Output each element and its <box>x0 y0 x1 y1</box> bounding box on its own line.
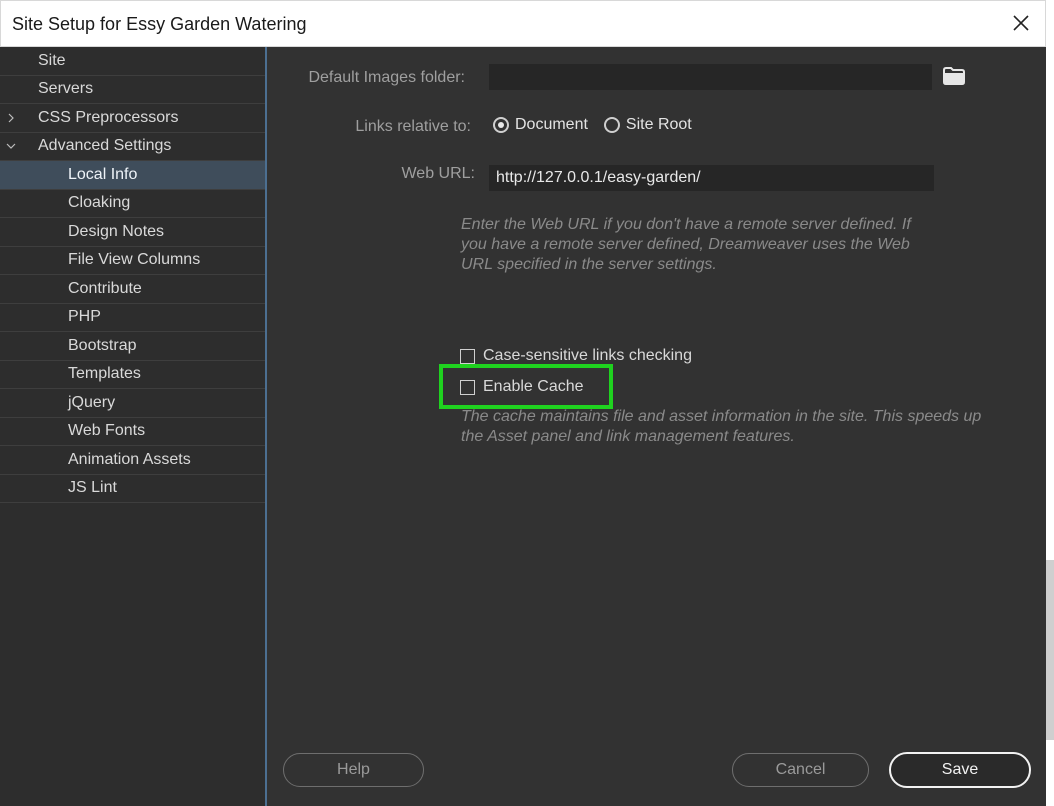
window-title: Site Setup for Essy Garden Watering <box>12 14 307 34</box>
sidebar-item-design-notes[interactable]: Design Notes <box>0 218 265 247</box>
radio-site-root-label: Site Root <box>625 116 692 133</box>
sidebar-item-label: jQuery <box>68 393 116 411</box>
dialog-body: Site Servers CSS Preprocessors Advanced Set… <box>0 47 1046 806</box>
help-button[interactable]: Help <box>283 753 424 787</box>
sidebar-item-file-view-columns[interactable]: File View Columns <box>0 247 265 275</box>
sidebar-item-contribute[interactable]: Contribute <box>0 275 265 304</box>
sidebar-item-label: Bootstrap <box>68 336 137 354</box>
web-url-hint-line: URL specified in the server settings. <box>461 256 717 273</box>
sidebar-item-label: Site <box>38 51 66 69</box>
cancel-button[interactable]: Cancel <box>732 753 869 787</box>
sidebar-item-label: Cloaking <box>68 194 131 212</box>
sidebar-item-label: Local Info <box>68 165 138 183</box>
web-url-hint: Enter the Web URL if you don't have a re… <box>461 215 1021 275</box>
sidebar-item-label: Animation Assets <box>68 450 191 468</box>
sidebar-item-label: Servers <box>38 80 94 98</box>
case-sensitive-label: Case-sensitive links checking <box>483 347 692 364</box>
sidebar-item-site[interactable]: Site <box>0 47 265 76</box>
web-url-hint-line: Enter the Web URL if you don't have a re… <box>461 216 911 233</box>
sidebar-item-js-lint[interactable]: JS Lint <box>0 475 265 503</box>
chevron-down-icon[interactable] <box>6 141 16 151</box>
radio-button-icon[interactable] <box>603 117 620 133</box>
radio-document-label: Document <box>515 116 588 133</box>
cache-hint: The cache maintains file and asset infor… <box>461 407 1041 447</box>
case-sensitive-checkbox[interactable]: Case-sensitive links checking <box>460 347 692 365</box>
sidebar-item-web-fonts[interactable]: Web Fonts <box>0 418 265 446</box>
default-images-label: Default Images folder: <box>308 69 465 86</box>
sidebar-item-animation-assets[interactable]: Animation Assets <box>0 446 265 475</box>
sidebar-item-bootstrap[interactable]: Bootstrap <box>0 332 265 361</box>
checkbox-icon[interactable] <box>460 348 475 364</box>
sidebar-item-css-preprocessors[interactable]: CSS Preprocessors <box>0 104 265 133</box>
radio-site-root[interactable]: Site Root <box>603 116 692 134</box>
chevron-right-icon[interactable] <box>6 113 16 123</box>
sidebar-item-label: JS Lint <box>68 479 117 497</box>
sidebar-item-jquery[interactable]: jQuery <box>0 389 265 418</box>
sidebar-item-label: PHP <box>68 308 101 326</box>
enable-cache-highlight <box>439 364 613 409</box>
sidebar-item-php[interactable]: PHP <box>0 304 265 332</box>
sidebar-item-advanced-settings[interactable]: Advanced Settings <box>0 133 265 161</box>
local-info-panel: Default Images folder: Links relative to… <box>267 47 1046 806</box>
window-edge <box>1046 0 1054 806</box>
sidebar-item-label: Web Fonts <box>68 422 146 440</box>
web-url-hint-line: you have a remote server defined, Dreamw… <box>461 236 910 253</box>
links-relative-label: Links relative to: <box>355 118 471 135</box>
close-icon[interactable] <box>1009 11 1033 35</box>
sidebar-item-label: Templates <box>68 365 141 383</box>
radio-button-icon[interactable] <box>493 117 509 133</box>
web-url-input[interactable] <box>489 165 934 191</box>
save-button[interactable]: Save <box>889 752 1031 788</box>
folder-icon[interactable] <box>942 66 966 86</box>
sidebar-item-label: File View Columns <box>68 251 201 269</box>
sidebar-item-label: CSS Preprocessors <box>38 108 179 126</box>
radio-document[interactable]: Document <box>493 116 588 134</box>
sidebar-item-cloaking[interactable]: Cloaking <box>0 190 265 218</box>
title-bar: Site Setup for Essy Garden Watering <box>0 0 1046 47</box>
category-sidebar: Site Servers CSS Preprocessors Advanced Set… <box>0 47 267 806</box>
sidebar-item-templates[interactable]: Templates <box>0 361 265 389</box>
default-images-input[interactable] <box>489 64 932 90</box>
sidebar-item-label: Design Notes <box>68 222 165 240</box>
cache-hint-line: The cache maintains file and asset infor… <box>461 408 982 425</box>
cache-hint-line: the Asset panel and link management feat… <box>461 428 795 445</box>
sidebar-item-local-info[interactable]: Local Info <box>0 161 265 190</box>
sidebar-item-label: Advanced Settings <box>38 137 172 155</box>
sidebar-item-servers[interactable]: Servers <box>0 76 265 104</box>
web-url-label: Web URL: <box>401 165 475 182</box>
sidebar-item-label: Contribute <box>68 279 142 297</box>
links-relative-group: Document Site Root <box>493 116 708 134</box>
